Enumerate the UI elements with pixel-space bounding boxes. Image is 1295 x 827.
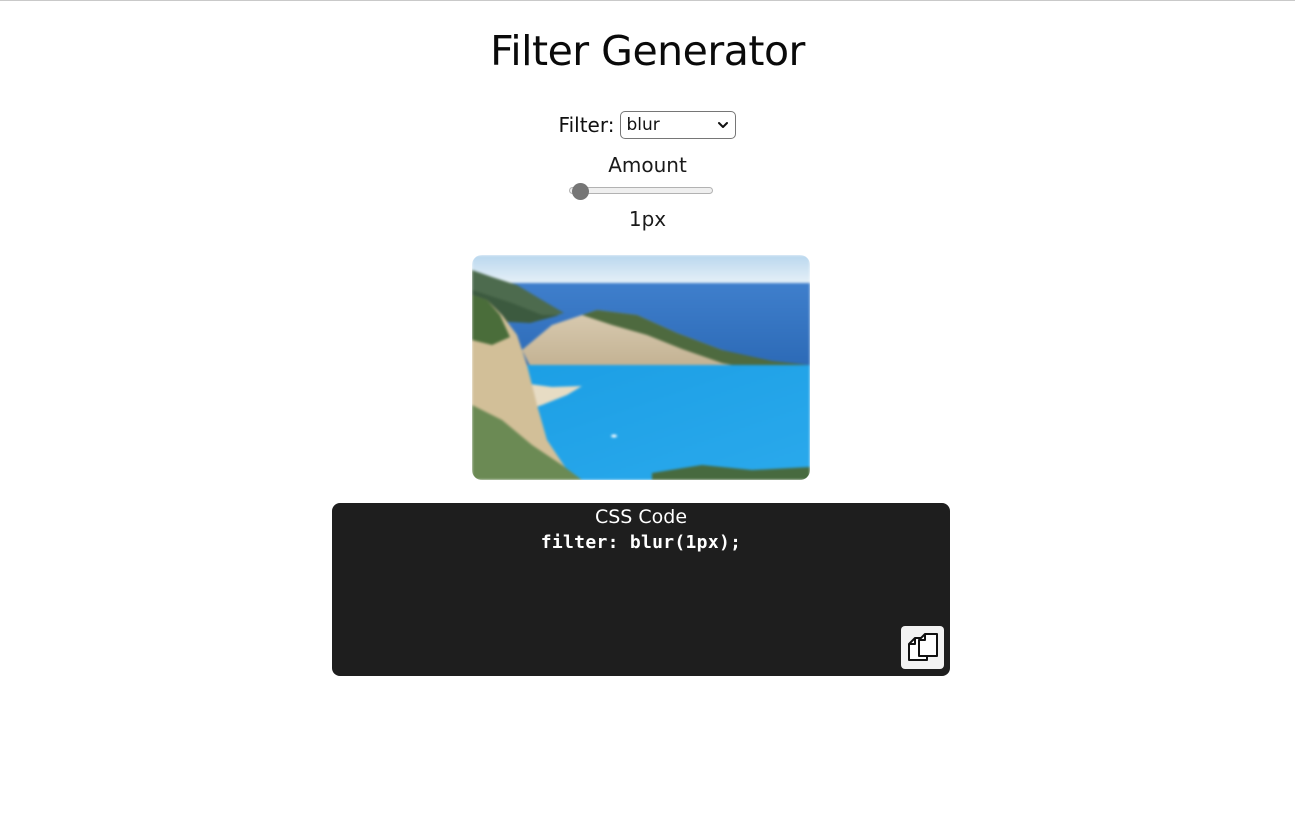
slider-track[interactable] — [569, 187, 713, 194]
page-title: Filter Generator — [490, 27, 805, 75]
amount-label: Amount — [608, 153, 687, 177]
copy-icon — [907, 632, 938, 661]
amount-slider[interactable] — [569, 183, 713, 200]
filter-select-value: blur — [626, 115, 660, 135]
css-code-line: filter: blur(1px); — [540, 532, 742, 553]
css-code-panel: CSS Code filter: blur(1px); — [332, 503, 950, 676]
chevron-down-icon — [718, 122, 729, 128]
slider-thumb[interactable] — [572, 183, 590, 200]
preview-image — [472, 255, 810, 480]
landscape-photo — [472, 255, 810, 480]
filter-row: Filter: blur — [0, 111, 1295, 139]
filter-label: Filter: — [558, 113, 615, 137]
copy-button[interactable] — [901, 626, 944, 669]
amount-value: 1px — [628, 207, 667, 231]
css-code-title: CSS Code — [594, 506, 688, 528]
filter-select[interactable]: blur — [620, 111, 737, 139]
